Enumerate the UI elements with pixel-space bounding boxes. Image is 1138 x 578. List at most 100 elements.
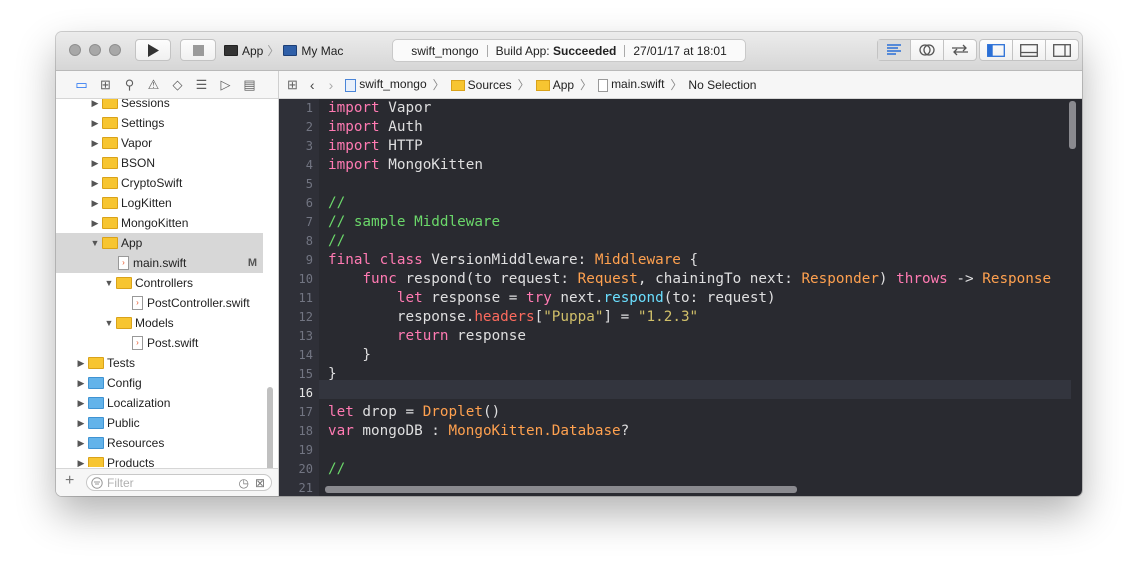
disclosure-collapsed-icon[interactable]: ▶ (76, 378, 86, 389)
crumb-file[interactable]: main.swift (598, 77, 664, 92)
tree-row-settings[interactable]: ▶ Settings (56, 113, 263, 133)
disclosure-collapsed-icon[interactable]: ▶ (76, 398, 86, 409)
code-line[interactable]: let drop = Droplet() (328, 403, 500, 422)
tree-row-controllers[interactable]: ▼ Controllers (56, 273, 263, 293)
symbol-navigator-icon[interactable]: ⊞ (98, 77, 113, 93)
tree-row-vapor[interactable]: ▶ Vapor (56, 133, 263, 153)
code-line[interactable]: } (328, 346, 371, 365)
tree-row-config[interactable]: ▶ Config (56, 373, 263, 393)
code-line[interactable]: // (328, 460, 345, 479)
code-line[interactable]: import Auth (328, 118, 423, 137)
code-line[interactable]: // (328, 194, 345, 213)
modified-files-icon[interactable]: ⊠ (255, 476, 265, 490)
disclosure-collapsed-icon[interactable]: ▶ (90, 178, 100, 189)
close-window-button[interactable] (69, 44, 81, 56)
tree-row-cryptoswift[interactable]: ▶ CryptoSwift (56, 173, 263, 193)
disclosure-collapsed-icon[interactable]: ▶ (90, 198, 100, 209)
editor-horizontal-scrollbar[interactable] (325, 486, 797, 493)
scheme-selector[interactable]: App 〉 My Mac (224, 40, 343, 61)
tree-row-mongokitten[interactable]: ▶ MongoKitten (56, 213, 263, 233)
disclosure-collapsed-icon[interactable]: ▶ (90, 99, 100, 109)
line-number-gutter: 1 2 3 4 5 6 7 8 9 10 11 12 13 14 15 16 17 18 19 20 21 (279, 99, 319, 496)
disclosure-collapsed-icon[interactable]: ▶ (90, 118, 100, 129)
line-number: 15 (298, 367, 313, 381)
tree-row-products[interactable]: ▶ Products (56, 453, 263, 467)
tree-row-post-swift[interactable]: › Post.swift (56, 333, 263, 353)
status-separator (624, 44, 626, 57)
code-line[interactable]: let response = try next.respond(to: requ… (328, 289, 776, 308)
tree-row-logkitten[interactable]: ▶ LogKitten (56, 193, 263, 213)
code-line[interactable]: import HTTP (328, 137, 423, 156)
code-line[interactable]: import Vapor (328, 99, 431, 118)
tree-row-bson[interactable]: ▶ BSON (56, 153, 263, 173)
tree-row-label: App (121, 236, 143, 250)
crumb-app-label: App (552, 77, 575, 92)
tree-row-resources[interactable]: ▶ Resources (56, 433, 263, 453)
find-navigator-icon[interactable]: ⚲ (122, 77, 137, 93)
report-navigator-icon[interactable]: ▤ (242, 77, 257, 93)
editor-vertical-scrollbar[interactable] (1069, 101, 1076, 149)
crumb-separator: 〉 (432, 78, 445, 92)
standard-editor-button[interactable] (878, 40, 911, 60)
tree-row-models[interactable]: ▼ Models (56, 313, 263, 333)
code-line[interactable]: response.headers["Puppa"] = "1.2.3" (328, 308, 698, 327)
stop-button[interactable] (180, 39, 216, 61)
disclosure-expanded-icon[interactable]: ▼ (90, 238, 100, 248)
filter-field[interactable]: Filter ◷ ⊠ (86, 474, 272, 491)
disclosure-expanded-icon[interactable]: ▼ (104, 278, 114, 288)
disclosure-collapsed-icon[interactable]: ▶ (76, 458, 86, 468)
disclosure-collapsed-icon[interactable]: ▶ (76, 358, 86, 369)
toggle-utilities-button[interactable] (1046, 40, 1078, 60)
code-line[interactable]: return response (328, 327, 526, 346)
toggle-debug-area-button[interactable] (1013, 40, 1046, 60)
tree-row-postcontroller-swift[interactable]: › PostController.swift (56, 293, 263, 313)
code-line[interactable]: // sample Middleware (328, 213, 500, 232)
scm-status-badge: M (247, 257, 257, 269)
toggle-navigator-button[interactable] (980, 40, 1013, 60)
project-navigator-icon[interactable]: ▭ (74, 77, 89, 93)
status-build: Build App: Succeeded (496, 44, 617, 58)
tree-row-localization[interactable]: ▶ Localization (56, 393, 263, 413)
disclosure-expanded-icon[interactable]: ▼ (104, 318, 114, 328)
forward-icon[interactable]: › (329, 77, 334, 93)
code-line[interactable]: final class VersionMiddleware: Middlewar… (328, 251, 698, 270)
assistant-editor-button[interactable] (911, 40, 944, 60)
code-line[interactable]: } (328, 365, 337, 384)
disclosure-collapsed-icon[interactable]: ▶ (90, 158, 100, 169)
tree-row-public[interactable]: ▶ Public (56, 413, 263, 433)
disclosure-collapsed-icon[interactable]: ▶ (76, 438, 86, 449)
folder-icon (88, 457, 104, 467)
back-icon[interactable]: ‹ (310, 77, 315, 93)
run-button[interactable] (135, 39, 171, 61)
crumb-project[interactable]: swift_mongo (345, 77, 427, 92)
source-editor[interactable]: 1 2 3 4 5 6 7 8 9 10 11 12 13 14 15 16 17 18 19 20 21 import… (279, 99, 1082, 496)
tree-row-sessions[interactable]: ▶ Sessions (56, 99, 263, 113)
disclosure-collapsed-icon[interactable]: ▶ (76, 418, 86, 429)
mac-destination-icon (283, 45, 298, 56)
tree-row-label: Models (135, 316, 174, 330)
issue-navigator-icon[interactable]: ⚠ (146, 77, 161, 93)
code-line[interactable]: // (328, 232, 345, 251)
crumb-sources[interactable]: Sources (450, 78, 512, 92)
code-line[interactable]: import MongoKitten (328, 156, 483, 175)
tree-row-app[interactable]: ▼ App (56, 233, 263, 253)
tree-row-label: PostController.swift (147, 296, 250, 310)
crumb-app[interactable]: App (535, 77, 575, 92)
line-number: 21 (298, 481, 313, 495)
disclosure-collapsed-icon[interactable]: ▶ (90, 138, 100, 149)
minimize-window-button[interactable] (89, 44, 101, 56)
code-line[interactable]: var mongoDB : MongoKitten.Database? (328, 422, 629, 441)
tree-row-main-swift[interactable]: › main.swift M (56, 253, 263, 273)
zoom-window-button[interactable] (109, 44, 121, 56)
add-icon[interactable]: + (65, 472, 74, 490)
tree-row-tests[interactable]: ▶ Tests (56, 353, 263, 373)
crumb-selection[interactable]: No Selection (688, 78, 756, 92)
related-items-icon[interactable]: ⊞ (287, 77, 298, 93)
version-editor-button[interactable] (944, 40, 976, 60)
breakpoint-navigator-icon[interactable]: ▷ (218, 77, 233, 93)
recent-files-icon[interactable]: ◷ (239, 476, 249, 490)
code-line[interactable]: func respond(to request: Request, chaini… (328, 270, 1051, 289)
debug-navigator-icon[interactable]: ☰ (194, 77, 209, 93)
disclosure-collapsed-icon[interactable]: ▶ (90, 218, 100, 229)
test-navigator-icon[interactable]: ◇ (170, 77, 185, 93)
